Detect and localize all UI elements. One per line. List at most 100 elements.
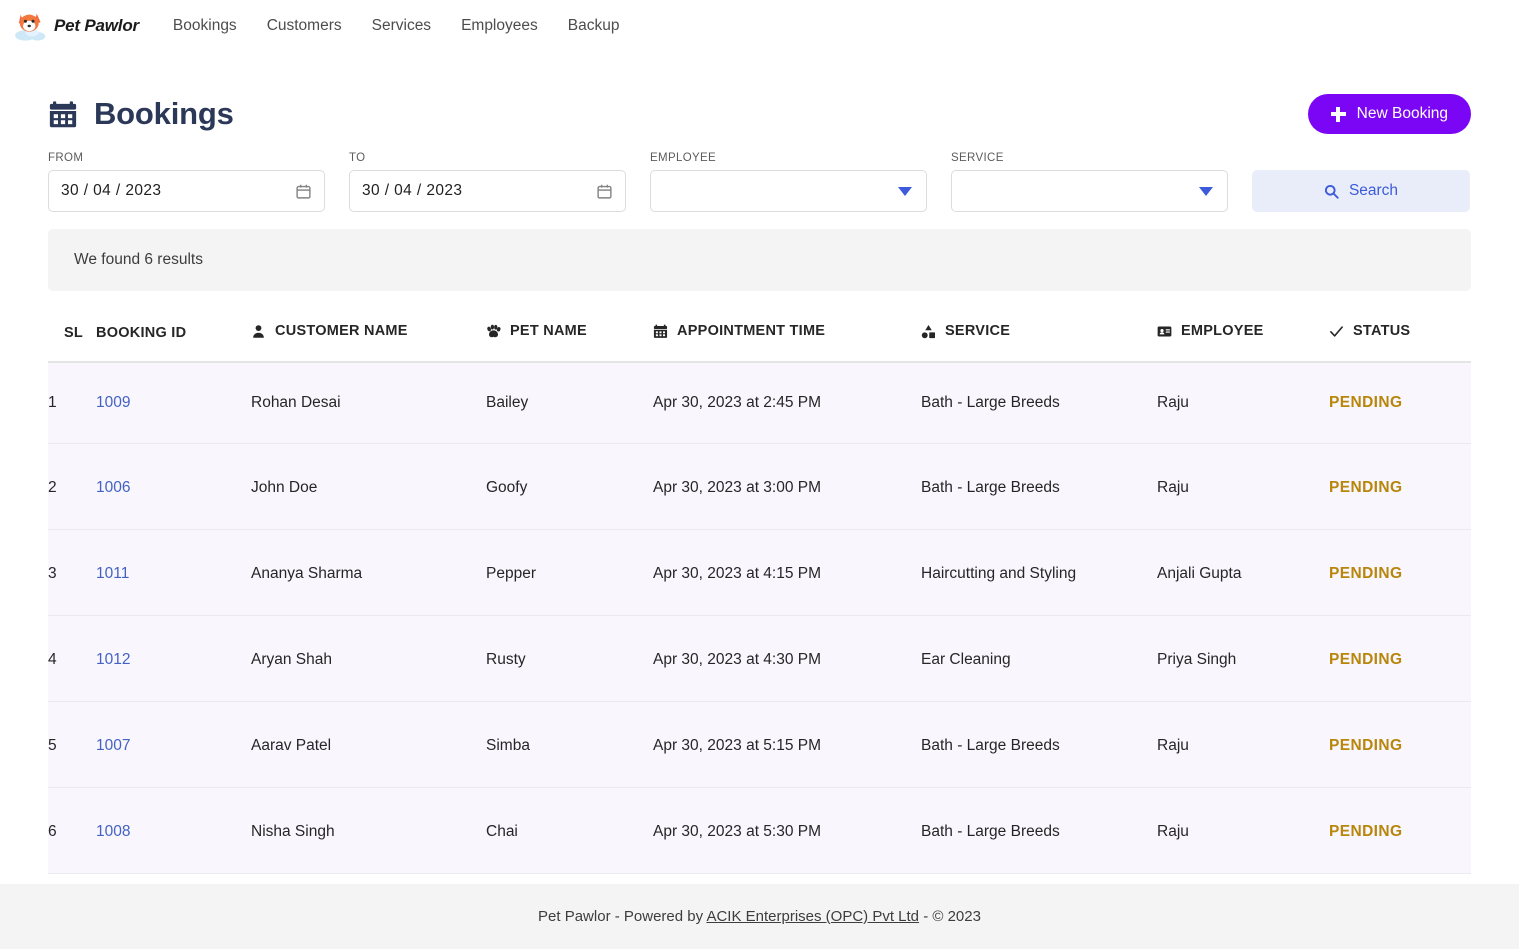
cell-sl-value: 6 [48,823,57,841]
search-icon [1324,184,1339,199]
cell-booking-id: 1006 [96,447,251,530]
nav-item-services[interactable]: Services [372,17,431,35]
page-footer: Pet Pawlor - Powered by ACIK Enterprises… [0,884,1519,949]
cell-employee: Anjali Gupta [1157,533,1329,616]
cell-service: Bath - Large Breeds [921,361,1157,444]
column-header-sl[interactable]: SL [48,323,96,363]
column-label-status: STATUS [1353,323,1411,339]
service-filter-field: SERVICE [951,152,1228,212]
column-header-employee[interactable]: EMPLOYEE [1157,323,1329,363]
paw-icon [486,324,501,339]
cell-service: Ear Cleaning [921,619,1157,702]
id-badge-icon [1157,324,1172,339]
cell-pet-name: Goofy [486,447,653,530]
footer-suffix: - © 2023 [919,908,981,925]
cell-service-value: Bath - Large Breeds [921,823,1060,841]
new-booking-button[interactable]: New Booking [1307,94,1471,134]
column-header-booking-id[interactable]: BOOKING ID [96,323,251,363]
bookings-table: SL BOOKING ID CUSTOMER NAME PET NAME APP… [48,323,1471,874]
page-header: Bookings New Booking [48,94,1471,134]
table-row[interactable]: 2 1006 John Doe Goofy Apr 30, 2023 at 3:00 P… [48,447,1471,530]
from-date-input[interactable]: 30 / 04 / 2023 [48,170,325,212]
results-count-text: We found 6 results [74,251,203,268]
to-date-input[interactable]: 30 / 04 / 2023 [349,170,626,212]
table-row[interactable]: 3 1011 Ananya Sharma Pepper Apr 30, 2023 at … [48,533,1471,616]
calendar-picker-icon[interactable] [295,183,312,200]
nav-item-employees[interactable]: Employees [461,17,538,35]
brand-logo-link[interactable]: Pet Pawlor [14,9,139,43]
top-navbar: Pet Pawlor Bookings Customers Services E… [0,0,1519,52]
calendar-picker-icon[interactable] [596,183,613,200]
service-select[interactable] [951,170,1228,212]
cell-employee-value: Raju [1157,479,1189,497]
status-badge: PENDING [1329,393,1403,411]
cell-appointment-time: Apr 30, 2023 at 4:30 PM [653,619,921,702]
from-date-value: 30 / 04 / 2023 [61,182,162,199]
table-row[interactable]: 5 1007 Aarav Patel Simba Apr 30, 2023 at 5:1… [48,705,1471,788]
cell-status: PENDING [1329,447,1471,530]
cell-sl-value: 5 [48,737,57,755]
cell-customer-name: Ananya Sharma [251,533,486,616]
fox-pet-logo-icon [14,9,52,43]
cell-service: Bath - Large Breeds [921,791,1157,874]
column-label-sl: SL [64,324,84,341]
booking-id-link[interactable]: 1011 [96,565,129,582]
cell-status: PENDING [1329,791,1471,874]
cell-status: PENDING [1329,619,1471,702]
cell-appointment-time-value: Apr 30, 2023 at 4:15 PM [653,565,822,583]
cell-status: PENDING [1329,361,1471,444]
plus-icon [1330,106,1346,122]
booking-id-link[interactable]: 1009 [96,394,130,411]
column-header-status[interactable]: STATUS [1329,323,1471,363]
cell-service: Haircutting and Styling [921,533,1157,616]
status-badge: PENDING [1329,737,1403,755]
chevron-down-icon [898,186,912,196]
cell-sl-value: 4 [48,651,57,669]
cell-customer-name: John Doe [251,447,486,530]
column-header-customer-name[interactable]: CUSTOMER NAME [251,323,486,363]
footer-prefix: Pet Pawlor - Powered by [538,908,707,925]
cell-appointment-time: Apr 30, 2023 at 2:45 PM [653,361,921,444]
column-label-booking-id: BOOKING ID [96,324,187,341]
column-label-service: SERVICE [945,323,1011,339]
cell-employee: Raju [1157,361,1329,444]
column-header-service[interactable]: SERVICE [921,323,1157,363]
booking-id-link[interactable]: 1007 [96,737,130,754]
cell-appointment-time-value: Apr 30, 2023 at 3:00 PM [653,479,822,497]
footer-company-link[interactable]: ACIK Enterprises (OPC) Pvt Ltd [706,908,919,925]
cell-customer-name-value: John Doe [251,479,318,497]
cell-employee: Raju [1157,705,1329,788]
cell-sl: 6 [48,791,96,874]
cell-customer-name-value: Nisha Singh [251,823,335,841]
cell-employee: Raju [1157,447,1329,530]
column-label-pet-name: PET NAME [510,323,587,339]
nav-item-bookings[interactable]: Bookings [173,17,237,35]
cell-booking-id: 1012 [96,619,251,702]
cell-booking-id: 1009 [96,361,251,444]
cell-sl: 4 [48,619,96,702]
column-header-appointment-time[interactable]: APPOINTMENT TIME [653,323,921,363]
cell-pet-name-value: Simba [486,737,530,755]
cell-customer-name-value: Aarav Patel [251,737,332,755]
table-row[interactable]: 6 1008 Nisha Singh Chai Apr 30, 2023 at 5:30… [48,791,1471,874]
search-button[interactable]: Search [1252,170,1470,212]
table-row[interactable]: 4 1012 Aryan Shah Rusty Apr 30, 2023 at 4:30… [48,619,1471,702]
cell-customer-name-value: Rohan Desai [251,393,341,411]
cell-booking-id: 1007 [96,705,251,788]
booking-id-link[interactable]: 1012 [96,651,130,668]
booking-id-link[interactable]: 1008 [96,823,130,840]
employee-select[interactable] [650,170,927,212]
status-badge: PENDING [1329,823,1403,841]
table-row[interactable]: 1 1009 Rohan Desai Bailey Apr 30, 2023 at 2:… [48,361,1471,444]
column-header-pet-name[interactable]: PET NAME [486,323,653,363]
cell-pet-name-value: Goofy [486,479,528,497]
nav-item-customers[interactable]: Customers [267,17,342,35]
service-label: SERVICE [951,152,1004,164]
cell-pet-name-value: Rusty [486,651,526,669]
brand-name: Pet Pawlor [54,16,139,35]
cell-employee: Raju [1157,791,1329,874]
nav-item-backup[interactable]: Backup [568,17,620,35]
filter-bar: FROM 30 / 04 / 2023 TO 30 / 04 / 2023 EM… [48,152,1471,212]
cell-customer-name: Nisha Singh [251,791,486,874]
booking-id-link[interactable]: 1006 [96,479,130,496]
